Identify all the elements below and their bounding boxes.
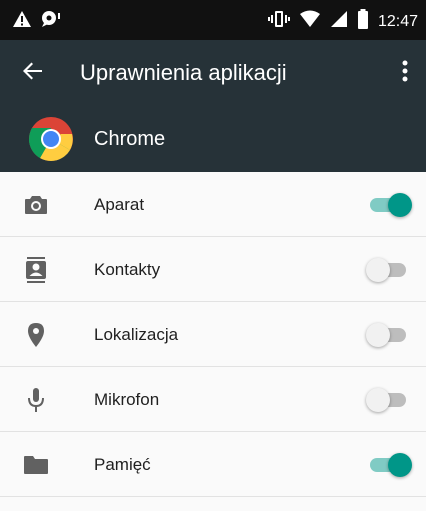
- permission-label: Kontakty: [94, 260, 161, 279]
- permission-row-contacts[interactable]: Kontakty: [0, 237, 426, 302]
- permission-label: Aparat: [94, 195, 145, 214]
- status-time: 12:47: [377, 12, 418, 30]
- permission-toggle-storage[interactable]: [366, 452, 412, 478]
- permission-row-storage[interactable]: Pamięć: [0, 432, 426, 497]
- notification-icon: [40, 10, 62, 33]
- permission-label: Mikrofon: [94, 390, 160, 409]
- contacts-icon: [22, 256, 50, 284]
- chrome-logo-icon: [28, 116, 74, 162]
- warning-icon: [12, 10, 32, 33]
- status-right-icons: 12:47: [267, 9, 418, 34]
- permission-toggle-camera[interactable]: [366, 192, 412, 218]
- toolbar: Uprawnienia aplikacji: [0, 40, 426, 106]
- permission-row-camera[interactable]: Aparat: [0, 172, 426, 237]
- permission-toggle-microphone[interactable]: [366, 387, 412, 413]
- more-vert-icon: [402, 60, 408, 87]
- permission-toggle-location[interactable]: [366, 322, 412, 348]
- permission-toggle-contacts[interactable]: [366, 257, 412, 283]
- page-title: Uprawnienia aplikacji: [80, 60, 287, 85]
- arrow-back-icon: [22, 60, 44, 87]
- battery-icon: [357, 9, 369, 34]
- permission-label: Pamięć: [94, 455, 151, 474]
- status-left-icons: [12, 10, 62, 33]
- signal-icon: [330, 10, 348, 33]
- app-name: Chrome: [94, 128, 166, 150]
- app-header: Chrome: [0, 106, 426, 172]
- status-bar: 12:47: [0, 0, 426, 40]
- wifi-icon: [299, 10, 321, 33]
- permission-row-microphone[interactable]: Mikrofon: [0, 367, 426, 432]
- permission-label: Lokalizacja: [94, 325, 179, 344]
- folder-icon: [22, 451, 50, 479]
- back-button[interactable]: [18, 58, 48, 88]
- permission-row-location[interactable]: Lokalizacja: [0, 302, 426, 367]
- permission-list: Aparat Kontakty Lokalizacja Mikrofon Pam…: [0, 172, 426, 497]
- camera-icon: [22, 191, 50, 219]
- overflow-menu-button[interactable]: [390, 58, 420, 88]
- vibrate-icon: [267, 10, 290, 33]
- location-icon: [22, 321, 50, 349]
- microphone-icon: [22, 386, 50, 414]
